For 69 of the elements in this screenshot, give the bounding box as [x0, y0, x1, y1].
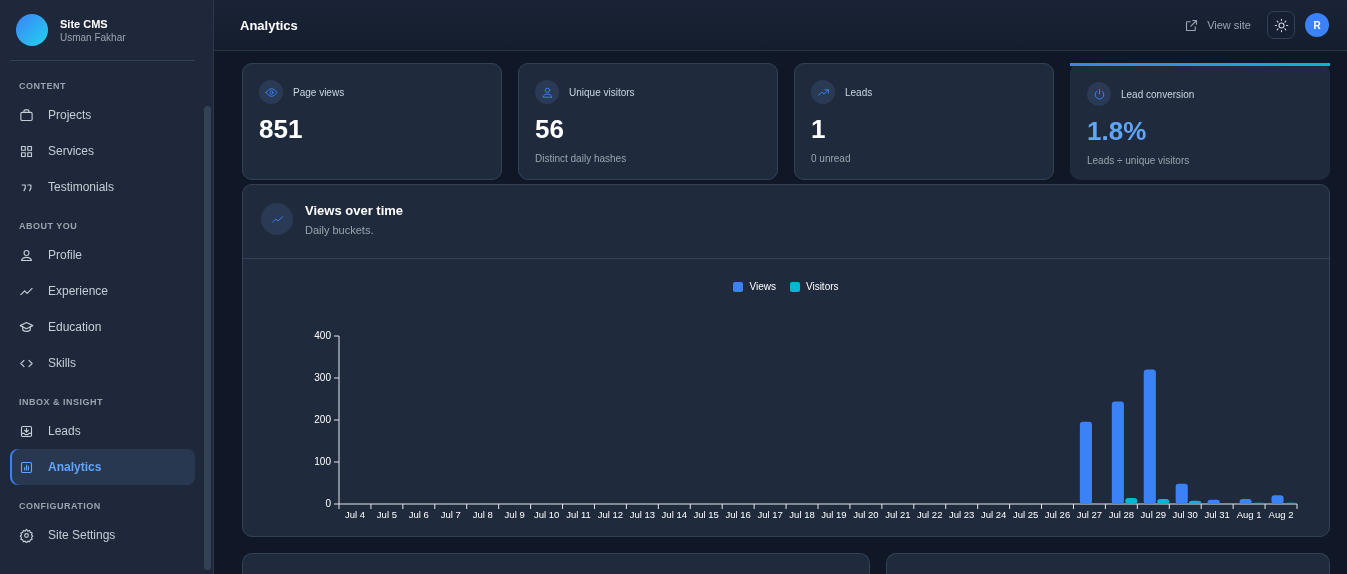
x-tick-label: Jul 20: [853, 509, 879, 520]
view-site-link[interactable]: View site: [1184, 17, 1251, 33]
y-tick-label: 0: [325, 498, 331, 509]
x-tick-label: Jul 21: [885, 509, 911, 520]
x-tick-label: Jul 16: [725, 509, 751, 520]
x-tick-label: Jul 8: [472, 509, 493, 520]
stat-label: Lead conversion: [1121, 88, 1195, 100]
x-tick-label: Jul 14: [661, 509, 687, 520]
x-tick-label: Jul 26: [1044, 509, 1071, 520]
x-tick-label: Jul 24: [980, 509, 1007, 520]
x-tick-label: Jul 15: [693, 509, 719, 520]
x-tick-label: Jul 17: [757, 509, 783, 520]
stat-label: Unique visitors: [569, 86, 635, 98]
section-heading: CONFIGURATION: [18, 500, 102, 513]
x-tick-label: Jul 25: [1012, 509, 1039, 520]
x-tick-label: Jul 23: [949, 509, 975, 520]
x-tick-label: Jul 18: [789, 509, 815, 520]
nav-item[interactable]: Site Settings: [10, 517, 195, 553]
stat-label: Leads: [845, 86, 873, 98]
stat-note: Leads ÷ unique visitors: [1087, 155, 1191, 166]
x-tick-label: Jul 22: [917, 509, 943, 520]
nav-item[interactable]: Projects: [10, 97, 195, 133]
stat-note: 0 unread: [811, 153, 852, 164]
x-tick-label: Jul 5: [376, 509, 397, 520]
x-tick-label: Jul 30: [1172, 509, 1198, 520]
y-tick-label: 200: [314, 414, 331, 425]
x-tick-label: Aug 2: [1268, 509, 1294, 520]
nav-item[interactable]: Testimonials: [10, 169, 195, 205]
page-title: Analytics: [240, 17, 299, 33]
y-tick-label: 400: [314, 330, 331, 341]
x-tick-label: Jul 31: [1204, 509, 1230, 520]
nav-item[interactable]: Services: [10, 133, 195, 169]
stat-label: Page views: [293, 86, 345, 98]
nav-item[interactable]: Profile: [10, 237, 195, 273]
x-tick-label: Jul 11: [566, 509, 591, 520]
section-heading: ABOUT YOU: [18, 220, 79, 233]
section-heading: CONTENT: [18, 80, 67, 93]
x-tick-label: Jul 27: [1076, 509, 1103, 520]
panel-subtitle: Daily buckets.: [305, 224, 375, 236]
x-tick-label: Jul 9: [504, 509, 525, 520]
brand-title: Site CMS: [60, 17, 109, 30]
x-tick-label: Jul 13: [629, 509, 656, 520]
panel-title: Views over time: [305, 203, 404, 218]
x-tick-label: Jul 7: [440, 509, 461, 520]
x-tick-label: Jul 29: [1140, 509, 1166, 520]
nav-item[interactable]: Analytics: [10, 449, 195, 485]
nav-item[interactable]: Skills: [10, 345, 195, 381]
section-heading: INBOX & INSIGHT: [18, 396, 104, 409]
y-tick-label: 100: [314, 456, 331, 467]
x-tick-label: Jul 12: [597, 509, 624, 520]
x-tick-label: Jul 19: [821, 509, 847, 520]
legend-label: Visitors: [805, 281, 839, 292]
nav-item[interactable]: Education: [10, 309, 195, 345]
stat-value: 1.8%: [1087, 116, 1148, 147]
x-tick-label: Jul 4: [344, 509, 365, 520]
y-tick-label: 300: [314, 372, 331, 383]
nav-item[interactable]: Leads: [10, 413, 195, 449]
user-avatar[interactable]: R: [1305, 13, 1329, 37]
x-tick-label: Jul 28: [1108, 509, 1135, 520]
stat-note: Distinct daily hashes: [535, 153, 628, 164]
stat-value: 851: [259, 114, 304, 145]
x-tick-label: Jul 10: [533, 509, 560, 520]
x-tick-label: Aug 1: [1236, 509, 1262, 520]
nav-item[interactable]: Experience: [10, 273, 195, 309]
brand-subtitle: Usman Fakhar: [60, 31, 126, 43]
stat-value: 1: [811, 114, 827, 145]
stat-value: 56: [535, 114, 565, 145]
legend-label: Views: [749, 281, 776, 292]
x-tick-label: Jul 6: [408, 509, 429, 520]
